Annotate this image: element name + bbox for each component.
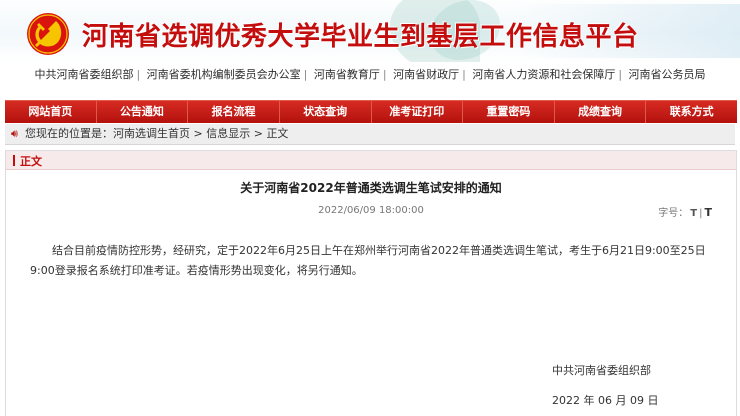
org-link-staffing-office[interactable]: 河南省委机构编制委员会办公室 [147, 68, 301, 81]
breadcrumb: 🔊︎ 您现在的位置是：河南选调生首页 > 信息显示 > 正文 [5, 124, 735, 145]
article-body: 结合目前疫情防控形势，经研究，定于2022年6月25日上午在郑州举行河南省202… [30, 244, 706, 277]
signature-date: 2022 年 06 月 09 日 [552, 394, 659, 407]
header-banner: 河南省选调优秀大学毕业生到基层工作信息平台 [0, 0, 740, 62]
nav-announcements[interactable]: 公告通知 [97, 101, 189, 123]
breadcrumb-item-current: 正文 [266, 127, 289, 140]
article-title: 关于河南省2022年普通类选调生笔试安排的通知 [240, 181, 502, 195]
org-link-finance-dept[interactable]: 河南省财政厅 [393, 68, 459, 81]
party-emblem-icon [27, 13, 69, 55]
signature-organization: 中共河南省委组织部 [552, 364, 651, 377]
breadcrumb-separator: > [253, 127, 263, 140]
main-nav: 网站首页 公告通知 报名流程 状态查询 准考证打印 重置密码 成绩查询 联系方式 [5, 100, 737, 123]
org-link-education-dept[interactable]: 河南省教育厅 [314, 68, 380, 81]
org-link-civil-service-bureau[interactable]: 河南省公务员局 [629, 68, 706, 81]
font-size-label: 字号： [658, 208, 689, 219]
breadcrumb-separator: > [193, 127, 203, 140]
section-label: 正文 [20, 155, 42, 168]
nav-score-query[interactable]: 成绩查询 [555, 101, 647, 123]
font-size-large-button[interactable]: T [704, 206, 712, 219]
nav-contact[interactable]: 联系方式 [646, 101, 737, 123]
breadcrumb-item-home[interactable]: 河南选调生首页 [113, 127, 190, 140]
nav-admission-ticket[interactable]: 准考证打印 [372, 101, 464, 123]
breadcrumb-prefix: 您现在的位置是： [25, 127, 113, 140]
speaker-icon: 🔊︎ [11, 127, 18, 140]
article-panel: 正文 关于河南省2022年普通类选调生笔试安排的通知 2022/06/09 18… [5, 150, 737, 416]
nav-registration-process[interactable]: 报名流程 [188, 101, 280, 123]
nav-status-query[interactable]: 状态查询 [280, 101, 372, 123]
organization-links: 中共河南省委组织部 | 河南省委机构编制委员会办公室 | 河南省教育厅 | 河南省财政… [34, 68, 706, 81]
font-size-small-button[interactable]: T [690, 208, 697, 219]
org-link-hr-dept[interactable]: 河南省人力资源和社会保障厅 [472, 68, 615, 81]
panel-header: 正文 [6, 151, 736, 170]
breadcrumb-item-info[interactable]: 信息显示 [206, 127, 250, 140]
site-title: 河南省选调优秀大学毕业生到基层工作信息平台 [82, 22, 639, 52]
font-size-separator: | [699, 208, 703, 219]
article-datetime: 2022/06/09 18:00:00 [318, 205, 424, 216]
nav-reset-password[interactable]: 重置密码 [463, 101, 555, 123]
nav-home[interactable]: 网站首页 [5, 101, 97, 123]
org-link-organization-dept[interactable]: 中共河南省委组织部 [34, 68, 133, 81]
section-marker [13, 155, 15, 166]
font-size-control: 字号： T | T [658, 204, 712, 219]
